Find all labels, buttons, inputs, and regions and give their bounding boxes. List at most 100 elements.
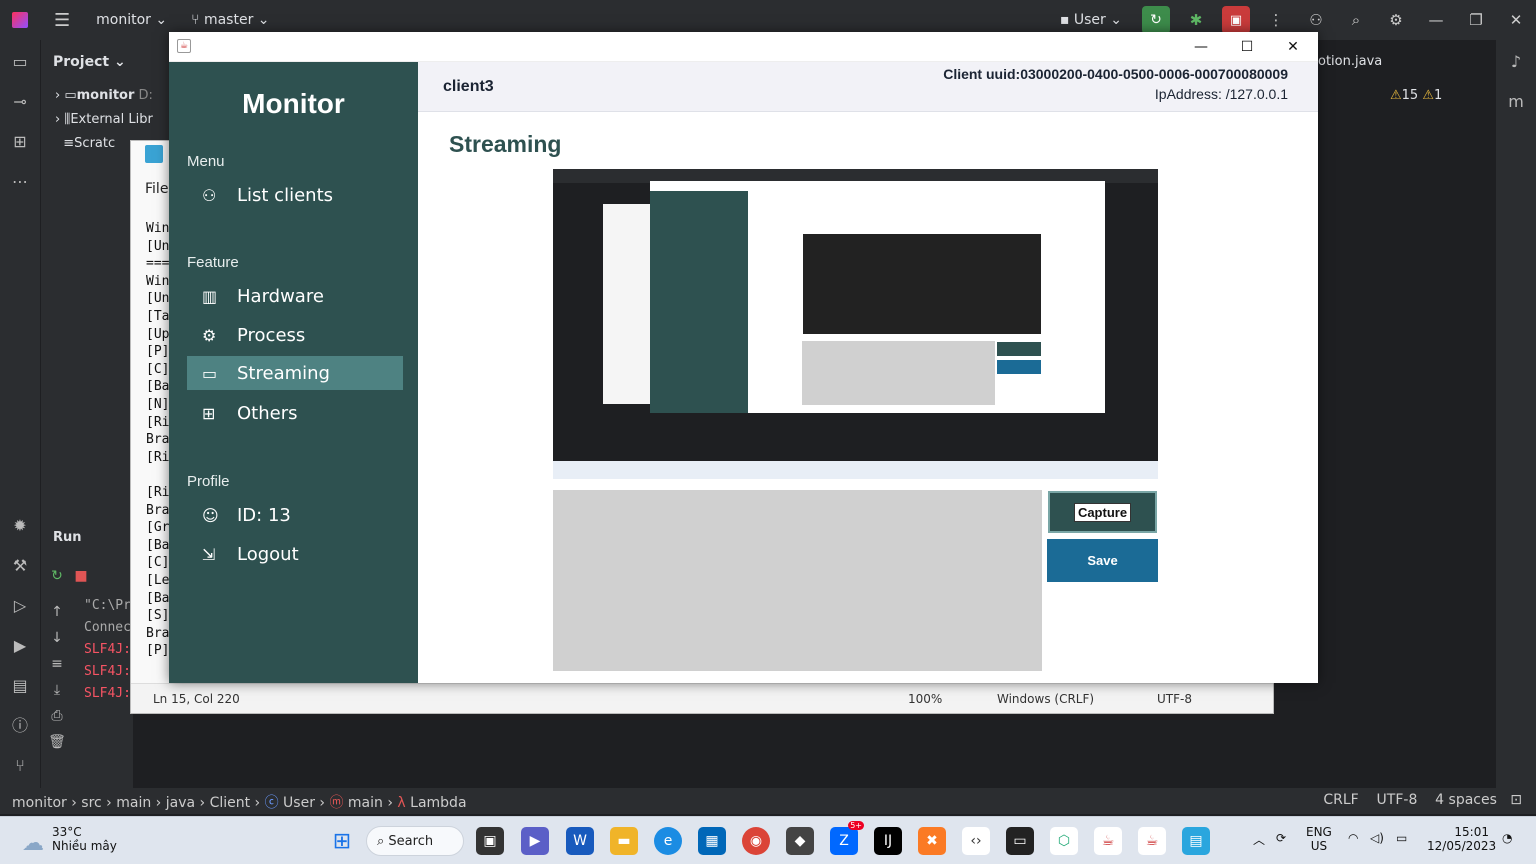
breadcrumb-src[interactable]: src [81,795,101,811]
notification-bell-icon[interactable]: ◔ [1502,831,1512,845]
nav-list-clients[interactable]: ⚇ List clients [187,179,403,211]
print-icon[interactable]: ⎙ [44,708,70,728]
tree-item-monitor[interactable]: › ▭monitor D: [41,84,171,108]
structure-icon[interactable]: ⊞ [8,130,32,154]
inspection-widget[interactable]: ⚠15 ⚠1 [1390,88,1442,103]
logout-icon: ⇲ [202,544,216,564]
problems-icon[interactable]: ⓘ [8,714,32,738]
bug-icon[interactable]: ✹ [8,514,32,538]
stop-icon[interactable]: ▣ [1222,6,1250,34]
taskbar-search[interactable]: ⌕ Search [366,826,464,856]
notepad-text-line: [Le [146,573,170,588]
soft-wrap-icon[interactable]: ≡ [44,656,70,676]
close-icon[interactable]: ✕ [1496,0,1536,40]
teams-icon[interactable]: ▶ [521,827,549,855]
main-menu-icon[interactable]: ☰ [54,10,70,31]
file-explorer-icon[interactable]: ▬ [610,827,638,855]
battery-icon[interactable]: ▭ [1396,831,1407,845]
notepad-icon[interactable]: ▤ [1182,827,1210,855]
task-view-icon[interactable]: ▣ [476,827,504,855]
commit-icon[interactable]: ⊸ [8,90,32,114]
breadcrumb-java[interactable]: java [166,795,195,811]
volume-icon[interactable]: ◁) [1370,831,1384,845]
language-indicator[interactable]: ENG US [1306,825,1332,853]
notepad-encoding: UTF-8 [1157,692,1192,706]
weather-widget[interactable]: ☁ 33°C Nhiều mây [22,825,117,856]
unity-icon[interactable]: ◆ [786,827,814,855]
close-icon[interactable]: ✕ [1270,32,1316,62]
stop-icon[interactable]: ■ [68,568,94,588]
notepad-file-menu[interactable]: File [145,181,168,197]
folder-icon[interactable]: ▭ [8,50,32,74]
terminal-icon[interactable]: ▭ [1006,827,1034,855]
restore-icon[interactable]: ❐ [1456,0,1496,40]
run-pane-title[interactable]: Run [53,530,82,545]
nav-profile-id[interactable]: ☺ ID: 13 [187,499,403,531]
notepad-text-line: [N] [146,397,170,412]
editor-tab[interactable]: otion.java [1318,54,1382,69]
project-selector[interactable]: monitor ⌄ [96,12,167,28]
nav-logout[interactable]: ⇲ Logout [187,538,403,570]
search-icon[interactable]: ⌕ [1336,0,1376,40]
page-title: Streaming [449,131,562,157]
word-icon[interactable]: W [566,827,594,855]
terminal-icon[interactable]: ▤ [8,674,32,698]
run-tool-icon[interactable]: ▶ [8,634,32,658]
git-icon[interactable]: ⑂ [8,754,32,778]
lock-icon[interactable]: ⊡ [1510,792,1522,808]
breadcrumb-method[interactable]: main [348,795,383,811]
notifications-icon[interactable]: ♪ [1504,50,1528,74]
run-config-selector[interactable]: ▪ User ⌄ [1060,12,1122,28]
tree-item-external-libraries[interactable]: › ⫼External Libr [41,108,171,132]
trash-icon[interactable]: 🗑 [44,734,70,754]
indent-setting[interactable]: 4 spaces [1435,792,1497,808]
xampp-icon[interactable]: ✖ [918,827,946,855]
scroll-end-icon[interactable]: ⤓ [44,682,70,702]
section-menu-label: Menu [187,153,225,170]
line-separator[interactable]: CRLF [1323,792,1358,808]
code-icon[interactable]: ‹› [962,827,990,855]
minimize-icon[interactable]: — [1178,32,1224,62]
build-hammer-icon[interactable]: ⚒ [8,554,32,578]
java-icon-2[interactable]: ☕ [1138,827,1166,855]
java-app-icon: ☕ [177,39,191,53]
file-encoding[interactable]: UTF-8 [1377,792,1418,808]
maven-icon[interactable]: m [1504,90,1528,114]
zalo-icon[interactable]: Z 5+ [830,821,864,855]
settings-gear-icon[interactable]: ⚙ [1376,0,1416,40]
shield-app-icon[interactable]: ⬡ [1050,827,1078,855]
sync-icon[interactable]: ⟳ [1276,831,1286,845]
nav-hardware[interactable]: ▥ Hardware [187,280,403,312]
wifi-icon[interactable]: ◠ [1348,831,1358,845]
minimize-icon[interactable]: — [1416,0,1456,40]
store-icon[interactable]: ▦ [698,827,726,855]
scroll-up-icon[interactable]: ↑ [44,604,70,624]
nav-streaming[interactable]: ▭ Streaming [187,356,403,390]
clock[interactable]: 15:01 12/05/2023 [1427,825,1496,853]
capture-button[interactable]: Capture [1048,491,1157,533]
nav-process[interactable]: ⚙ Process [187,319,403,351]
chrome-icon[interactable]: ◉ [742,827,770,855]
nav-others[interactable]: ⊞ Others [187,397,403,429]
intellij-icon[interactable]: IJ [874,827,902,855]
services-icon[interactable]: ▷ [8,594,32,618]
rerun-icon[interactable]: ↻ [44,568,70,588]
project-pane-title[interactable]: Project ⌄ [41,40,171,84]
breadcrumb-main[interactable]: main [116,795,151,811]
more-tools-icon[interactable]: ⋯ [8,170,32,194]
tray-chevron-icon[interactable]: ︿ [1253,831,1265,848]
breadcrumb-user[interactable]: User [283,795,315,811]
maximize-icon[interactable]: ☐ [1224,32,1270,62]
scroll-down-icon[interactable]: ↓ [44,630,70,650]
breadcrumb-client[interactable]: Client [210,795,251,811]
breadcrumb-monitor[interactable]: monitor [12,795,67,811]
breadcrumb-lambda[interactable]: Lambda [410,795,466,811]
edge-icon[interactable]: e [654,827,682,855]
java-icon[interactable]: ☕ [1094,827,1122,855]
windows-start-icon[interactable]: ⊞ [328,827,356,855]
notepad-text-line: [Ta [146,309,170,324]
rerun-icon[interactable]: ↻ [1142,6,1170,34]
branch-selector[interactable]: ⑂ master ⌄ [191,12,269,28]
save-button[interactable]: Save [1047,539,1158,582]
console-line: SLF4J: [84,642,131,657]
